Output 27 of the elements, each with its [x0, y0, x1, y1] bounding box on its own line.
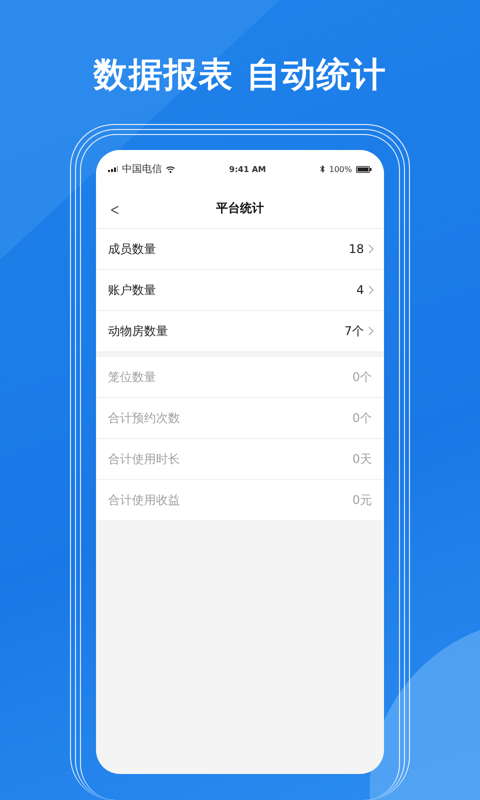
row-value: 7个 — [344, 322, 364, 340]
row-value: 4 — [356, 283, 364, 297]
chevron-icon — [368, 326, 374, 336]
battery-icon — [356, 166, 372, 172]
battery-percent: 100% — [329, 164, 352, 174]
row-label: 笼位数量 — [108, 368, 157, 386]
carrier-name: 中国电信 — [122, 162, 162, 176]
bluetooth-icon — [320, 165, 326, 173]
status-time: 9:41 AM — [229, 164, 266, 174]
row-value: 0天 — [352, 450, 372, 468]
page-title: 平台统计 — [216, 200, 264, 216]
row-label: 账户数量 — [108, 282, 157, 298]
wifi-icon — [166, 166, 175, 172]
back-button[interactable]: < — [107, 198, 122, 221]
headline: 数据报表 自动统计 — [94, 54, 386, 97]
row-label: 合计使用时长 — [108, 450, 181, 468]
row-label: 合计使用收益 — [108, 492, 181, 508]
row-label: 动物房数量 — [108, 322, 169, 340]
row-label: 成员数量 — [108, 240, 157, 258]
row-label: 合计预约次数 — [108, 410, 181, 426]
row-value: 18 — [348, 242, 364, 256]
row-value: 0个 — [352, 368, 372, 386]
row-value: 0元 — [352, 492, 372, 508]
chevron-icon — [368, 285, 374, 295]
chevron-icon — [368, 244, 374, 254]
row-value: 0个 — [352, 410, 372, 426]
signal-icon — [108, 166, 118, 172]
